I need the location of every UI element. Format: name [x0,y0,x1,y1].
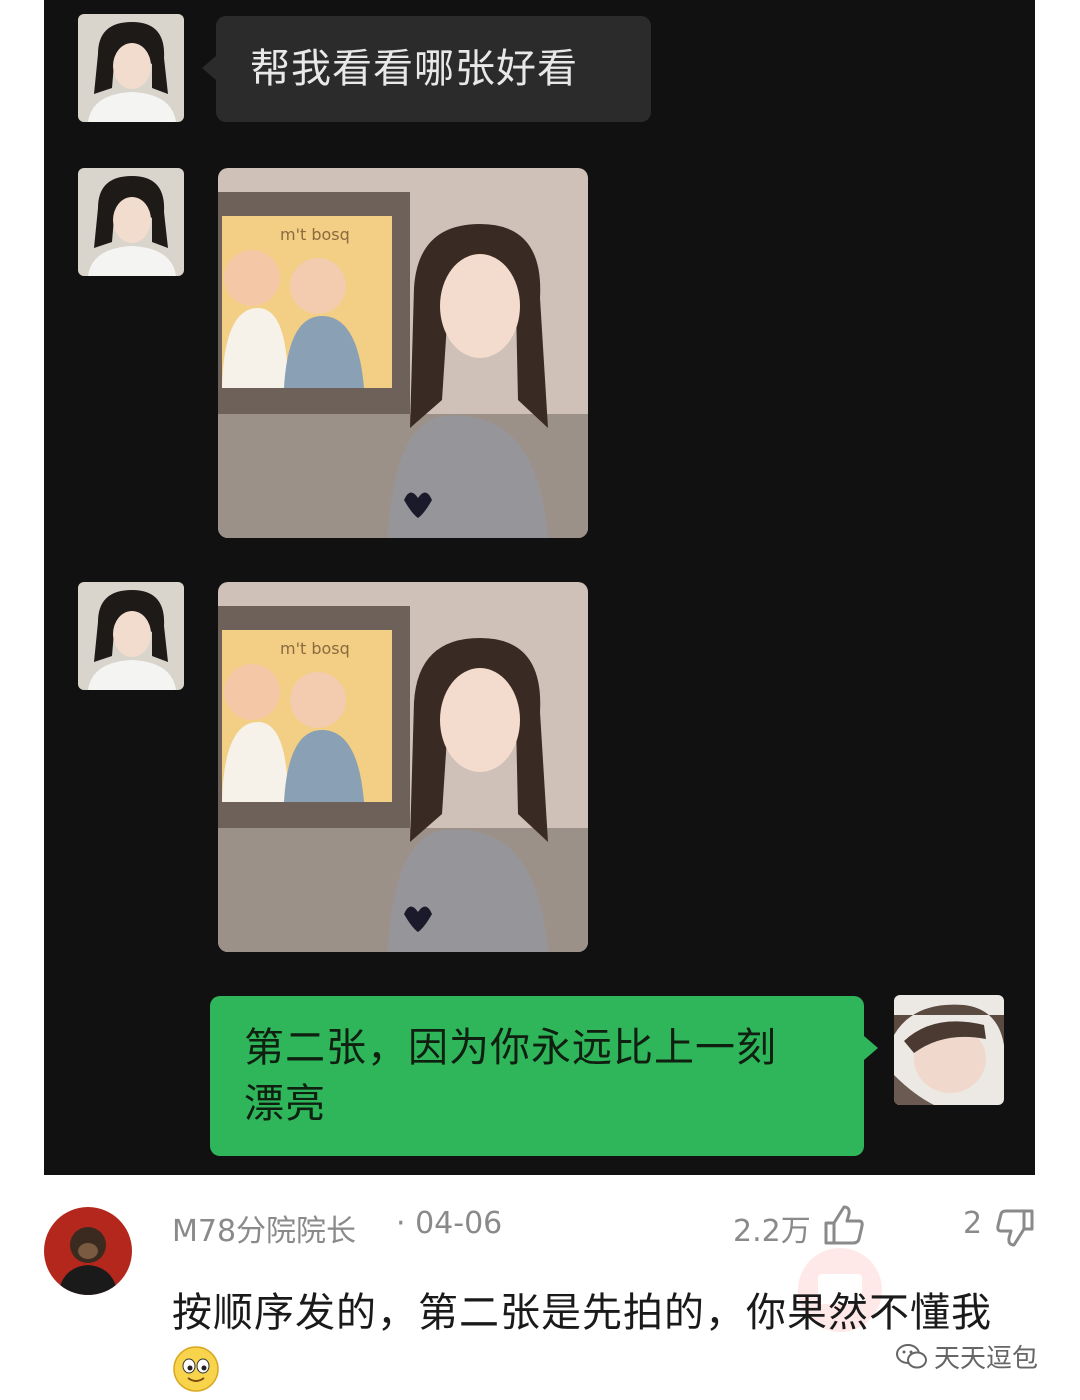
chat-message-incoming: 帮我看看哪张好看 [202,16,651,122]
chat-message-outgoing: 第二张，因为你永远比上一刻 漂亮 [210,996,878,1156]
comment-date: · 04-06 [396,1206,503,1241]
watermark-text: 天天逗包 [934,1344,1039,1374]
chat-photo-1[interactable]: m't bosq [218,168,588,538]
my-avatar[interactable] [894,995,1004,1105]
wechat-logo-icon [896,1343,927,1368]
watermark: 天天逗包 [896,1338,1038,1375]
thumbs-down-icon[interactable] [996,1207,1036,1249]
smile-emoji-icon [172,1345,220,1393]
contact-avatar[interactable] [78,14,184,122]
message-text-line1: 第二张，因为你永远比上一刻 [244,1025,777,1071]
commenter-username[interactable]: M78分院院长 [172,1206,356,1250]
commenter-avatar[interactable] [44,1207,132,1295]
dislike-count: 2 [963,1206,983,1241]
message-text-line2: 漂亮 [244,1081,326,1127]
chat-photo-2[interactable]: m't bosq [218,582,588,952]
poster-text: m't bosq [280,639,350,658]
like-count: 2.2万 [733,1214,811,1249]
contact-avatar[interactable] [78,168,184,276]
contact-avatar[interactable] [78,582,184,690]
comment-text: 按顺序发的，第二张是先拍的，你果然不懂我 [172,1290,992,1336]
message-text: 帮我看看哪张好看 [250,46,578,92]
poster-text: m't bosq [280,225,350,244]
thumbs-up-icon[interactable] [822,1203,866,1247]
